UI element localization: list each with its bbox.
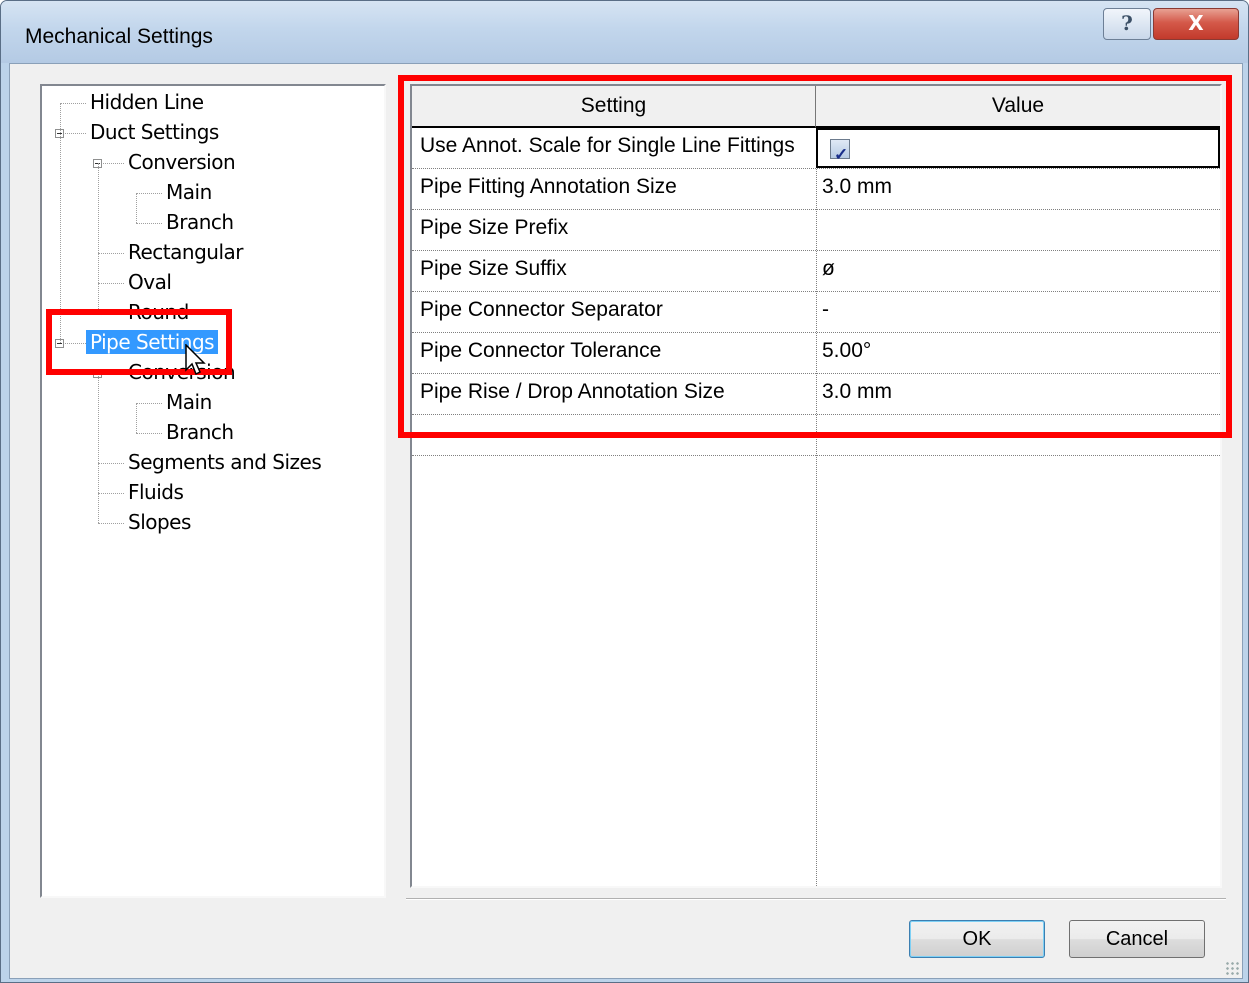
mechanical-settings-dialog: Mechanical Settings ? X Hidden Line Duct …: [0, 0, 1249, 983]
tree-item-label: Slopes: [128, 510, 191, 534]
tree-item-conversion[interactable]: Conversion: [42, 150, 382, 176]
resize-grip[interactable]: [1225, 961, 1239, 975]
tree-item-label: Duct Settings: [90, 120, 219, 144]
help-button[interactable]: ?: [1103, 8, 1151, 40]
highlight-box-grid: [398, 75, 1232, 438]
tree-item-label: Fluids: [128, 480, 184, 504]
tree-item-label: Branch: [166, 210, 234, 234]
cancel-button[interactable]: Cancel: [1069, 920, 1205, 958]
tree-item-slopes[interactable]: Slopes: [42, 510, 382, 536]
close-button[interactable]: X: [1153, 8, 1239, 40]
tree-item-label: Rectangular: [128, 240, 243, 264]
tree-guide-line: [60, 103, 61, 343]
tree-connector: [98, 493, 124, 494]
tree-item-main[interactable]: Main: [42, 180, 382, 206]
tree-item-label: Conversion: [128, 150, 236, 174]
window-title: Mechanical Settings: [25, 25, 213, 48]
tree-item-label: Main: [166, 180, 212, 204]
tree-item-rectangular[interactable]: Rectangular: [42, 240, 382, 266]
tree-guide-line: [136, 193, 137, 223]
ok-button[interactable]: OK: [909, 920, 1045, 958]
close-icon: X: [1188, 11, 1204, 35]
arrow-cursor-icon: [185, 344, 206, 376]
tree-item-segments-and-sizes[interactable]: Segments and Sizes: [42, 450, 382, 476]
tree-connector: [136, 433, 162, 434]
tree-connector: [98, 253, 124, 254]
tree-connector: [136, 223, 162, 224]
tree-item-label: Main: [166, 390, 212, 414]
settings-tree[interactable]: Hidden Line Duct Settings Conversion Main Br…: [40, 84, 386, 898]
tree-item-oval[interactable]: Oval: [42, 270, 382, 296]
tree-connector: [60, 103, 86, 104]
tree-item-main[interactable]: Main: [42, 390, 382, 416]
tree-connector: [98, 523, 124, 524]
tree-item-label: Hidden Line: [90, 90, 204, 114]
tree-connector: [136, 403, 162, 404]
tree-item-duct-settings[interactable]: Duct Settings: [42, 120, 382, 146]
tree-item-fluids[interactable]: Fluids: [42, 480, 382, 506]
help-icon: ?: [1121, 11, 1133, 35]
button-separator: [406, 898, 1226, 900]
tree-item-branch[interactable]: Branch: [42, 420, 382, 446]
tree-connector: [98, 463, 124, 464]
tree-guide-line: [98, 163, 99, 313]
tree-item-branch[interactable]: Branch: [42, 210, 382, 236]
tree-connector: [98, 283, 124, 284]
tree-item-label: Oval: [128, 270, 172, 294]
title-bar[interactable]: Mechanical Settings ? X: [1, 1, 1248, 63]
tree-guide-line: [98, 373, 99, 523]
tree-guide-line: [136, 403, 137, 433]
tree-item-label: Segments and Sizes: [128, 450, 322, 474]
tree-item-hidden-line[interactable]: Hidden Line: [42, 90, 382, 116]
tree-connector: [136, 193, 162, 194]
tree-item-label: Branch: [166, 420, 234, 444]
